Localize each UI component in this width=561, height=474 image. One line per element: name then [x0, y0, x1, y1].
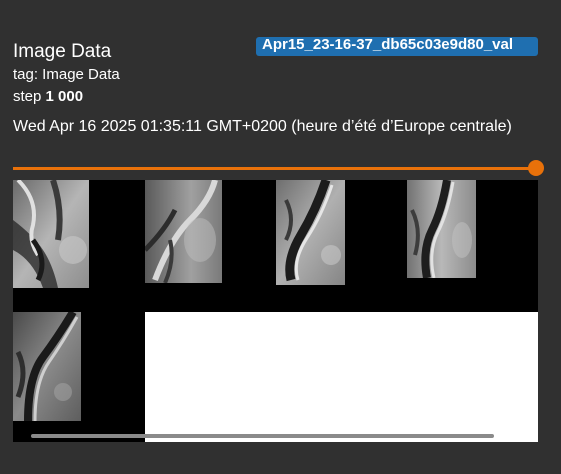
step-prefix: step	[13, 88, 42, 105]
image-background-region	[145, 312, 538, 442]
tag-label: tag: Image Data	[13, 66, 120, 83]
mri-slice-image	[145, 180, 222, 283]
card-title: Image Data	[13, 41, 112, 62]
step-value: 1 000	[45, 88, 84, 105]
timestamp: Wed Apr 16 2025 01:35:11 GMT+0200 (heure…	[13, 118, 512, 135]
slider-thumb[interactable]	[528, 160, 544, 176]
run-name-badge[interactable]: Apr15_23-16-37_db65c03e9d80_val	[256, 37, 538, 56]
step-label: step 1 000	[13, 88, 83, 106]
step-slider[interactable]	[13, 160, 544, 178]
mri-slice-image	[13, 312, 81, 421]
mri-slice-image	[407, 180, 476, 278]
horizontal-scrollbar[interactable]	[31, 434, 494, 438]
mri-slice-image	[276, 180, 345, 285]
image-card: Apr15_23-16-37_db65c03e9d80_val Image Da…	[0, 0, 561, 474]
mri-slice-image	[13, 180, 89, 288]
image-display[interactable]	[13, 180, 538, 442]
slider-track[interactable]	[13, 167, 534, 170]
